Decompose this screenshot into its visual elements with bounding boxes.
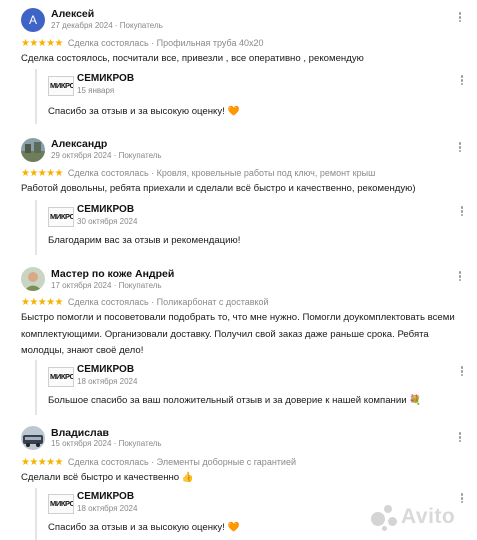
more-options-icon[interactable] [456,431,464,445]
separator: · [151,168,155,178]
avatar[interactable] [21,267,45,291]
review-text: Сделка состоялось, посчитали все, привез… [21,53,364,64]
reply-text: Спасибо за отзыв и за высокую оценку! 🧡 [48,106,240,117]
avito-logo-icon [370,503,398,531]
review-date: 29 октября 2024 [51,151,112,160]
review-meta: 27 декабря 2024 · Покупатель [51,21,163,30]
seller-logo-text: МИКРО [50,212,74,221]
avatar-photo-icon [21,138,45,162]
separator: · [114,21,118,30]
deal-status: Сделка состоялась [67,457,149,467]
deal-status: Сделка состоялась [67,168,149,178]
review-card: А Алексей 27 декабря 2024 · Покупатель ★… [0,0,477,132]
review-date: 17 октября 2024 [51,281,112,290]
reply-date: 30 октября 2024 [77,217,138,226]
rating-stars-icon: ★★★★★ [21,457,63,468]
avatar[interactable] [21,138,45,162]
seller-logo-text: МИКРО [50,499,74,508]
reviewer-name[interactable]: Александр [51,138,107,150]
reviewer-name[interactable]: Владислав [51,427,109,439]
separator: · [113,439,117,448]
avatar-photo-icon [21,267,45,291]
seller-logo: МИКРО [48,76,74,96]
avatar[interactable] [21,426,45,450]
rating-stars-icon: ★★★★★ [21,38,63,49]
seller-logo: МИКРО [48,207,74,227]
more-options-icon[interactable] [458,74,466,88]
review-meta: 29 октября 2024 · Покупатель [51,151,162,160]
review-text: Быстро помогли и посоветовали подобрать … [21,312,455,356]
more-options-icon[interactable] [456,141,464,155]
more-options-icon[interactable] [456,270,464,284]
review-date: 15 октября 2024 [51,439,112,448]
review-meta: 17 октября 2024 · Покупатель [51,281,162,290]
seller-name[interactable]: СЕМИКРОВ [77,204,134,215]
product-name: Профильная труба 40х20 [156,38,264,48]
separator: · [113,151,117,160]
review-card: Мастер по коже Андрей 17 октября 2024 · … [0,258,477,418]
reply-text: Благодарим вас за отзыв и рекомендацию! [48,235,241,246]
separator: · [151,297,155,307]
rating-stars-icon: ★★★★★ [21,297,63,308]
review-card: Александр 29 октября 2024 · Покупатель ★… [0,128,477,258]
review-tagline: ★★★★★ Сделка состоялась · Кровля, кровель… [21,168,375,179]
product-name: Поликарбонат с доставкой [156,297,269,307]
review-tagline: ★★★★★ Сделка состоялась · Профильная труб… [21,38,263,49]
seller-reply: МИКРО СЕМИКРОВ 18 октября 2024 Большое с… [35,360,465,415]
seller-logo: МИКРО [48,494,74,514]
avatar[interactable]: А [21,8,45,32]
reviewer-role: Покупатель [119,21,163,30]
reply-text: Спасибо за отзыв и за высокую оценку! 🧡 [48,522,240,533]
more-options-icon[interactable] [458,205,466,219]
review-date: 27 декабря 2024 [51,21,113,30]
separator: · [151,457,155,467]
seller-reply: МИКРО СЕМИКРОВ 15 января Спасибо за отзы… [35,69,465,124]
seller-reply: МИКРО СЕМИКРОВ 30 октября 2024 Благодари… [35,200,465,255]
separator: · [113,281,117,290]
reviewer-name[interactable]: Алексей [51,8,94,20]
reply-date: 18 октября 2024 [77,377,138,386]
product-name: Кровля, кровельные работы под ключ, ремо… [156,168,376,178]
avatar-photo-icon [21,426,45,450]
review-tagline: ★★★★★ Сделка состоялась · Элементы доборн… [21,457,296,468]
seller-logo-text: МИКРО [50,81,74,90]
deal-status: Сделка состоялась [67,38,149,48]
reply-date: 15 января [77,86,115,95]
review-tagline: ★★★★★ Сделка состоялась · Поликарбонат с … [21,297,269,308]
more-options-icon[interactable] [456,11,464,25]
product-name: Элементы доборные с гарантией [156,457,296,467]
avito-watermark: Avito [370,503,455,531]
reply-text: Большое спасибо за ваш положительный отз… [48,395,422,406]
reviewer-name[interactable]: Мастер по коже Андрей [51,268,174,280]
reviewer-role: Покупатель [118,151,162,160]
seller-name[interactable]: СЕМИКРОВ [77,364,134,375]
deal-status: Сделка состоялась [67,297,149,307]
review-text: Работой довольны, ребята приехали и сдел… [21,183,416,194]
seller-logo-text: МИКРО [50,372,74,381]
separator: · [151,38,155,48]
review-text: Сделали всё быстро и качественно 👍 [21,472,194,483]
reply-date: 18 октября 2024 [77,504,138,513]
reviewer-role: Покупатель [118,439,162,448]
seller-name[interactable]: СЕМИКРОВ [77,73,134,84]
more-options-icon[interactable] [458,365,466,379]
watermark-text: Avito [401,505,456,528]
rating-stars-icon: ★★★★★ [21,168,63,179]
seller-logo: МИКРО [48,367,74,387]
seller-name[interactable]: СЕМИКРОВ [77,491,134,502]
review-meta: 15 октября 2024 · Покупатель [51,439,162,448]
reviews-list: А Алексей 27 декабря 2024 · Покупатель ★… [0,0,477,540]
reviewer-role: Покупатель [118,281,162,290]
more-options-icon[interactable] [458,492,466,506]
